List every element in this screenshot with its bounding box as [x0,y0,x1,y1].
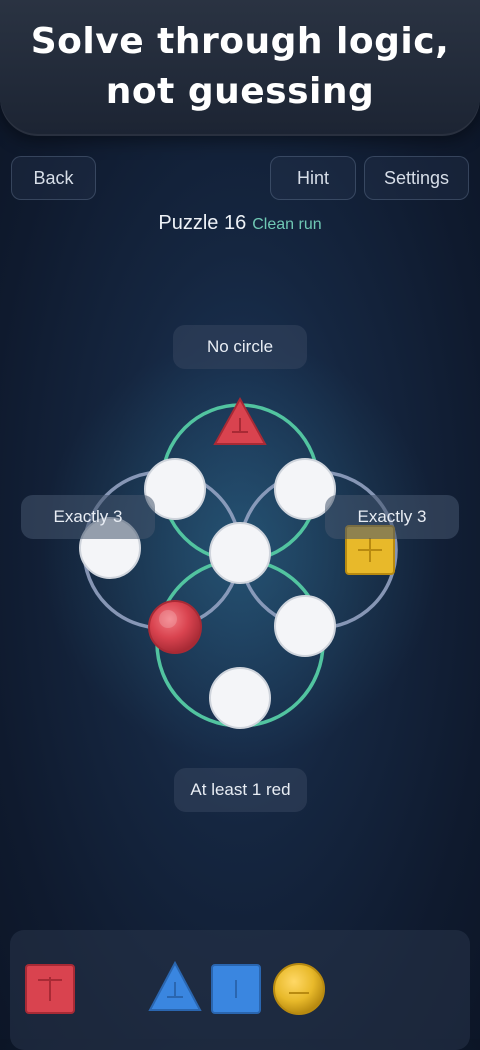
circle-yellow-icon[interactable] [273,963,325,1015]
triangle-blue-icon[interactable] [148,960,202,1011]
square-red-icon[interactable] [25,964,75,1014]
tray-pieces [25,960,325,1015]
square-blue-icon[interactable] [211,964,261,1014]
